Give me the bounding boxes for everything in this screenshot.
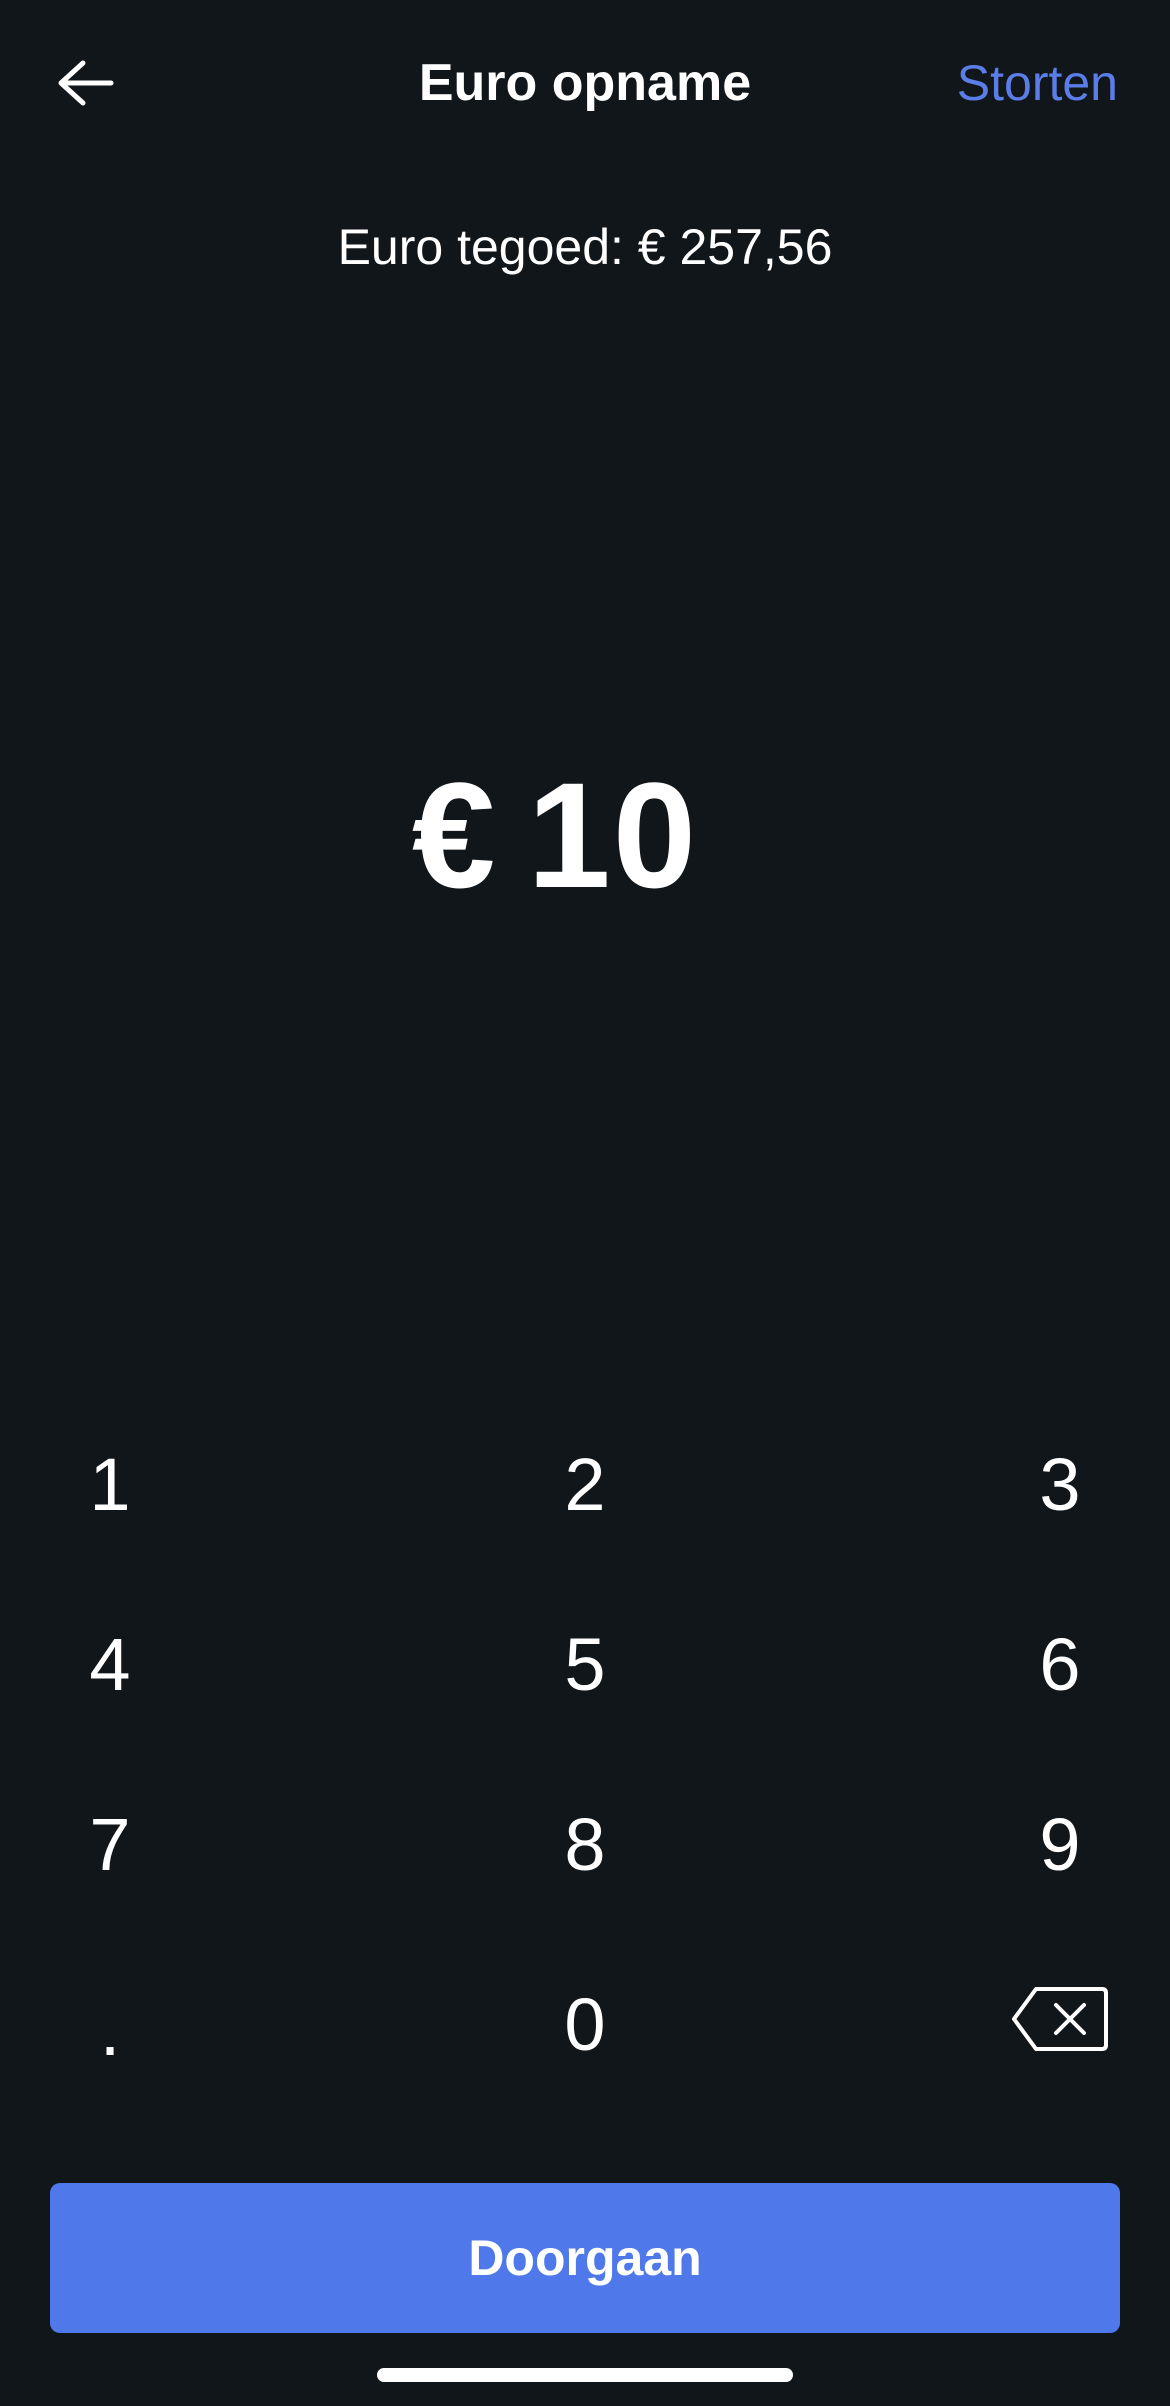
home-indicator bbox=[377, 2368, 793, 2382]
key-7[interactable]: 7 bbox=[0, 1755, 390, 1935]
currency-symbol: € bbox=[411, 751, 498, 919]
key-5[interactable]: 5 bbox=[390, 1575, 780, 1755]
backspace-icon bbox=[1010, 1985, 1110, 2065]
continue-button-label: Doorgaan bbox=[468, 2230, 702, 2286]
deposit-link[interactable]: Storten bbox=[957, 48, 1118, 118]
amount-value: 10 bbox=[527, 751, 699, 919]
amount-display: €10 bbox=[0, 745, 1110, 925]
key-4[interactable]: 4 bbox=[0, 1575, 390, 1755]
key-3[interactable]: 3 bbox=[780, 1395, 1170, 1575]
key-2[interactable]: 2 bbox=[390, 1395, 780, 1575]
key-decimal[interactable]: . bbox=[0, 1935, 390, 2115]
balance-label: Euro tegoed: € 257,56 bbox=[337, 219, 833, 275]
numeric-keypad: 1 2 3 4 5 6 7 8 9 . 0 bbox=[0, 1395, 1170, 2115]
key-6[interactable]: 6 bbox=[780, 1575, 1170, 1755]
continue-button[interactable]: Doorgaan bbox=[50, 2183, 1120, 2333]
key-1[interactable]: 1 bbox=[0, 1395, 390, 1575]
key-0[interactable]: 0 bbox=[390, 1935, 780, 2115]
top-bar: Euro opname Storten bbox=[0, 0, 1170, 170]
key-9[interactable]: 9 bbox=[780, 1755, 1170, 1935]
key-backspace[interactable] bbox=[780, 1935, 1170, 2115]
key-8[interactable]: 8 bbox=[390, 1755, 780, 1935]
